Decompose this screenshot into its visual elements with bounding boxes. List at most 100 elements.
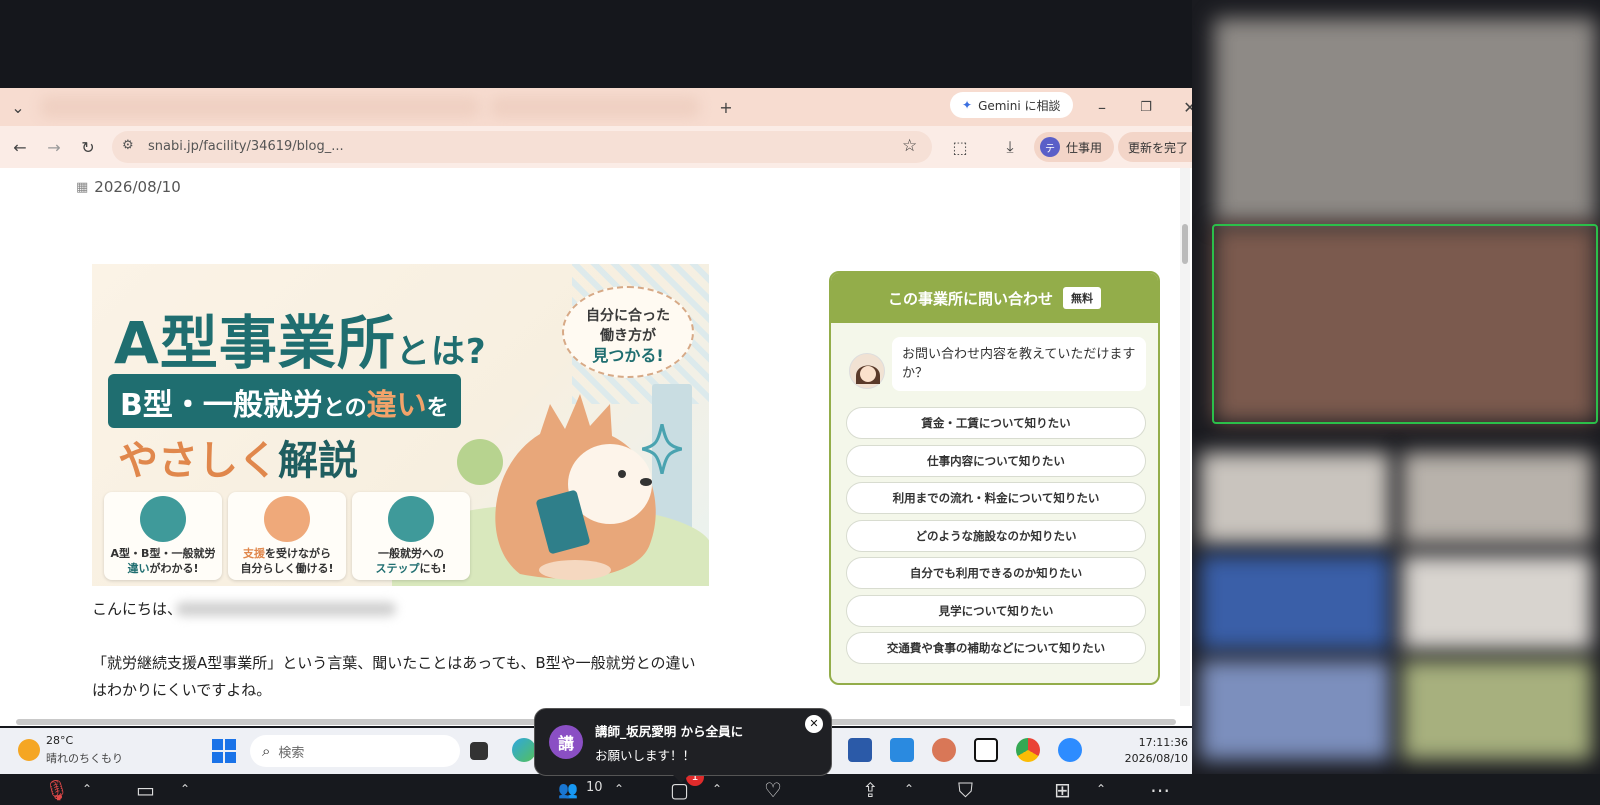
participant-video-3[interactable] xyxy=(1200,452,1390,544)
banner-title-main: A型事業所 xyxy=(114,309,396,377)
inquiry-option-button[interactable]: 仕事内容について知りたい xyxy=(846,444,1146,477)
weather-sun-icon[interactable] xyxy=(18,739,40,761)
profile-button[interactable]: テ 仕事用 xyxy=(1034,132,1115,162)
browser-window: ⌄ + ✦ Gemini に相談 – ❐ ✕ ← → ↻ ⚙ snabi.jp/… xyxy=(0,88,1192,726)
banner-sub-b: との xyxy=(322,396,367,421)
close-window-icon[interactable]: ✕ xyxy=(1176,93,1192,121)
forward-icon[interactable]: → xyxy=(40,133,68,161)
task-view-icon[interactable] xyxy=(470,742,488,760)
card1-line2b: がわかる! xyxy=(149,562,199,575)
claude-app-icon[interactable] xyxy=(932,738,956,762)
address-bar[interactable]: ⚙ snabi.jp/facility/34619/blog_... ☆ xyxy=(112,131,932,163)
card3-line2b: にも! xyxy=(419,562,447,575)
reload-icon[interactable]: ↻ xyxy=(74,133,102,161)
bubble-line3: 見つかる! xyxy=(592,346,664,365)
gemini-label: Gemini に相談 xyxy=(978,98,1061,113)
site-info-icon[interactable]: ⚙ xyxy=(122,138,134,153)
participants-icon[interactable]: 👥 xyxy=(558,780,578,799)
close-toast-icon[interactable]: ✕ xyxy=(805,715,823,733)
post-date: ▦ 2026/08/10 xyxy=(76,178,181,196)
banner-speech-bubble: 自分に合った 働き方が 見つかる! xyxy=(562,286,694,378)
inquiry-option-button[interactable]: 賃金・工賃について知りたい xyxy=(846,407,1146,439)
inquiry-option-button[interactable]: どのような施設なのか知りたい xyxy=(846,519,1146,552)
chat-notification-toast[interactable]: 講 講師_坂尻愛明 から全員に お願いします！！ ✕ xyxy=(534,708,832,783)
profile-avatar: テ xyxy=(1040,137,1060,157)
inquiry-option-button[interactable]: 自分でも利用できるのか知りたい xyxy=(846,557,1146,589)
tab-blurred[interactable] xyxy=(40,96,480,118)
participant-panel xyxy=(1192,0,1600,774)
clock-date[interactable]: 2026/08/10 xyxy=(1122,752,1188,765)
growth-chart-icon xyxy=(388,496,434,542)
banner-third-b: 解説 xyxy=(278,438,358,484)
new-tab-icon[interactable]: + xyxy=(712,93,740,121)
apps-chevron-icon[interactable]: ⌃ xyxy=(1096,782,1106,796)
update-label: 更新を完了 xyxy=(1128,140,1189,155)
calendar-icon: ▦ xyxy=(76,179,89,195)
participants-chevron-icon[interactable]: ⌃ xyxy=(614,782,624,796)
extensions-icon[interactable]: ⬚ xyxy=(946,133,974,161)
participant-video-6[interactable] xyxy=(1402,555,1592,650)
banner-card-step: 一般就労への ステップにも! xyxy=(352,492,470,580)
download-icon[interactable]: ⤓ xyxy=(996,133,1024,161)
share-screen-icon[interactable]: ⇪ xyxy=(862,778,879,802)
participant-video-4[interactable] xyxy=(1402,452,1592,544)
banner-title: A型事業所とは? xyxy=(114,296,487,380)
windows-start-icon[interactable] xyxy=(212,739,236,763)
chat-chevron-icon[interactable]: ⌃ xyxy=(712,782,722,796)
weather-desc[interactable]: 晴れのちくもり xyxy=(46,750,123,766)
greeting-text: こんにちは、 xyxy=(92,600,183,618)
notion-icon[interactable] xyxy=(974,738,998,762)
tab-blurred-2[interactable] xyxy=(490,96,700,118)
inquiry-option-button[interactable]: 交通費や食事の補助などについて知りたい xyxy=(846,632,1146,664)
vertical-scrollbar[interactable] xyxy=(1180,168,1190,706)
inquiry-title: この事業所に問い合わせ xyxy=(887,289,1053,308)
bookmark-star-icon[interactable]: ☆ xyxy=(902,136,917,156)
minimize-icon[interactable]: – xyxy=(1088,93,1116,121)
card3-line2a: ステップ xyxy=(375,562,420,575)
participant-video-7[interactable] xyxy=(1200,660,1390,760)
restore-icon[interactable]: ❐ xyxy=(1132,93,1160,121)
weather-temp[interactable]: 28°C xyxy=(46,734,73,747)
chrome-icon[interactable] xyxy=(1016,738,1040,762)
banner-card-support: 支援を受けながら 自分らしく働ける! xyxy=(228,492,346,580)
assistant-face-icon xyxy=(856,365,880,384)
apps-icon[interactable]: ⊞ xyxy=(1054,778,1071,802)
security-shield-icon[interactable]: ⛉ xyxy=(958,778,973,802)
hedgehog-mascot-illustration xyxy=(495,394,656,580)
card3-line1: 一般就労への xyxy=(378,547,444,560)
tab-list-dropdown-icon[interactable]: ⌄ xyxy=(4,93,32,121)
inquiry-option-button[interactable]: 見学について知りたい xyxy=(846,594,1146,627)
more-options-icon[interactable]: ⋯ xyxy=(1150,778,1170,802)
mute-microphone-icon[interactable]: 🎙 xyxy=(44,778,69,802)
edge-browser-icon[interactable] xyxy=(512,738,536,762)
back-icon[interactable]: ← xyxy=(6,133,34,161)
assistant-message: お問い合わせ内容を教えていただけますか？ xyxy=(892,337,1146,391)
vscode-icon[interactable] xyxy=(890,738,914,762)
inquiry-panel: この事業所に問い合わせ 無料 お問い合わせ内容を教えていただけますか？ 賃金・工… xyxy=(829,271,1160,685)
greeting-blurred xyxy=(176,602,396,616)
inquiry-option-button[interactable]: 利用までの流れ・料金について知りたい xyxy=(846,482,1146,514)
participant-video-8[interactable] xyxy=(1402,660,1592,760)
vertical-scroll-thumb[interactable] xyxy=(1182,224,1188,264)
zoom-app-icon[interactable] xyxy=(1058,738,1082,762)
participant-video-1[interactable] xyxy=(1214,18,1596,223)
article-paragraph-line2: はわかりにくいですよね。 xyxy=(92,681,272,699)
share-chevron-icon[interactable]: ⌃ xyxy=(904,782,914,796)
free-badge: 無料 xyxy=(1063,287,1101,309)
handshake-icon xyxy=(140,496,186,542)
banner-tagline: やさしく解説 xyxy=(118,428,358,486)
participants-count[interactable]: 10 xyxy=(586,780,603,795)
powershell-icon[interactable] xyxy=(848,738,872,762)
clock-time[interactable]: 17:11:36 xyxy=(1130,736,1188,749)
reactions-heart-icon[interactable]: ♡ xyxy=(764,778,782,802)
page-content: ▦ 2026/08/10 A型事業所とは? B型・一般就労との違いを やさしく解… xyxy=(0,168,1192,706)
mic-options-chevron-icon[interactable]: ⌃ xyxy=(82,782,92,796)
chat-message: お願いします！！ xyxy=(595,748,696,763)
browser-toolbar: ← → ↻ ⚙ snabi.jp/facility/34619/blog_...… xyxy=(0,126,1192,168)
update-button[interactable]: 更新を完了 xyxy=(1118,132,1192,162)
participant-video-5[interactable] xyxy=(1200,555,1390,650)
video-options-chevron-icon[interactable]: ⌃ xyxy=(180,782,190,796)
gemini-button[interactable]: ✦ Gemini に相談 xyxy=(950,92,1073,118)
taskbar-search[interactable]: ⌕ 検索 xyxy=(250,735,460,767)
video-camera-icon[interactable]: ▭ xyxy=(136,778,155,802)
